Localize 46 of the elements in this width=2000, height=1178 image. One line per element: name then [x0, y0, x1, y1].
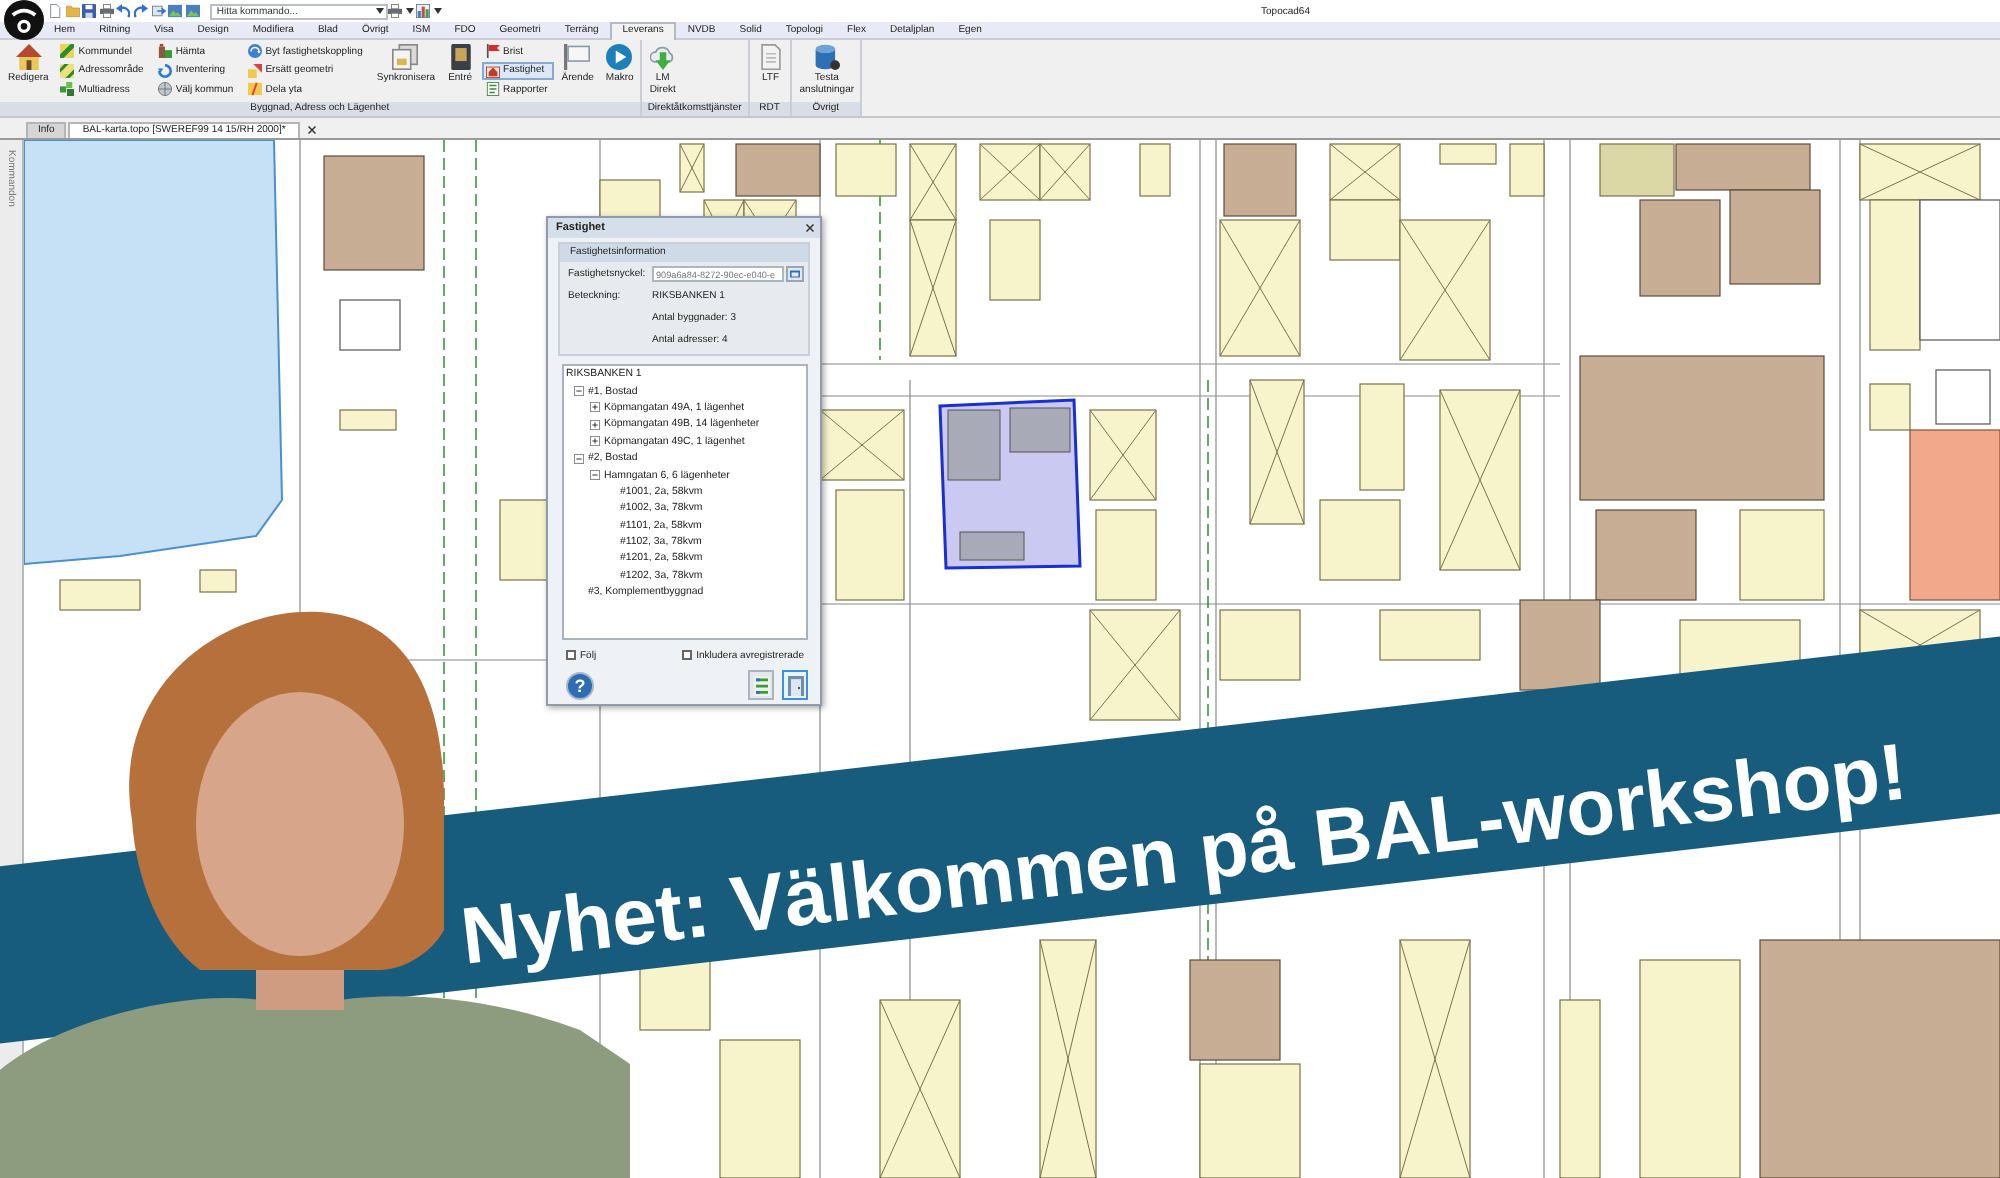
globe-icon — [157, 82, 172, 97]
help-button[interactable]: ? — [566, 671, 594, 699]
database-icon — [813, 44, 840, 70]
selected-parcel[interactable] — [938, 398, 1082, 570]
report-icon — [485, 82, 500, 97]
device-icon — [447, 44, 474, 70]
caret-icon[interactable] — [433, 8, 442, 14]
save-icon[interactable] — [82, 4, 97, 18]
minus-box-icon[interactable] — [574, 386, 584, 397]
checkbox[interactable] — [566, 650, 576, 660]
window-arrow-icon[interactable] — [151, 4, 166, 18]
minus-box-icon[interactable] — [590, 470, 600, 481]
select-button[interactable] — [786, 266, 804, 282]
window-icon — [790, 270, 800, 278]
caret-icon[interactable] — [376, 8, 385, 14]
buildings-icon — [157, 44, 172, 59]
refresh-icon — [157, 63, 172, 78]
print-icon[interactable] — [99, 4, 114, 18]
list-icon — [753, 675, 769, 695]
play-icon — [606, 44, 633, 70]
chart-icon[interactable] — [416, 4, 431, 18]
plus-box-icon[interactable] — [590, 419, 600, 430]
close-icon[interactable] — [806, 224, 814, 232]
circle-arrow-icon — [247, 44, 262, 59]
plus-box-icon[interactable] — [590, 436, 600, 447]
map-tile-icon — [60, 63, 75, 78]
door-button[interactable] — [782, 670, 808, 700]
minus-box-icon[interactable] — [574, 453, 584, 464]
redo-icon[interactable] — [133, 4, 148, 18]
plus-box-icon[interactable] — [590, 402, 600, 413]
door-icon — [787, 675, 803, 695]
split-icon — [247, 82, 262, 97]
close-icon[interactable] — [307, 126, 316, 134]
map-tile-icon — [60, 44, 75, 59]
caret-icon[interactable] — [405, 8, 414, 14]
flag-icon — [485, 44, 500, 59]
shapes-icon — [247, 63, 262, 78]
new-file-icon[interactable] — [48, 4, 62, 18]
undo-icon[interactable] — [116, 4, 131, 18]
blocks-icon — [60, 82, 75, 97]
house-map-icon — [485, 63, 500, 78]
list-button[interactable] — [748, 670, 774, 700]
house-icon — [15, 44, 42, 70]
banner-text: Nyhet: Välkommen på BAL-workshop! — [457, 732, 1911, 978]
checkbox[interactable] — [682, 650, 693, 660]
print-icon[interactable] — [387, 4, 402, 18]
